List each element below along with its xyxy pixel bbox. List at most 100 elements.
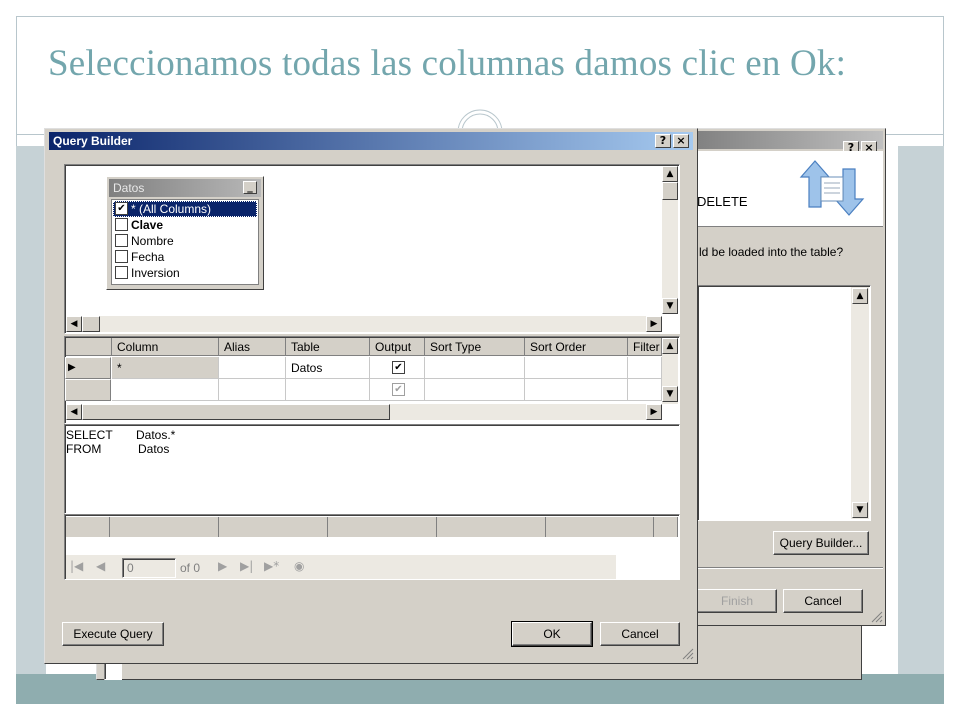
record-count-text: of 0 [180, 561, 201, 575]
slide-band-left [16, 146, 46, 674]
grid-row-header[interactable]: ▶ [65, 357, 111, 379]
wizard-sql-scrollbar[interactable]: ▲ ▼ [851, 287, 869, 519]
scroll-down-icon[interactable]: ▼ [662, 298, 678, 314]
wizard-sql-textbox[interactable] [697, 285, 871, 521]
grid-cell-alias[interactable] [219, 357, 286, 379]
scroll-left-icon[interactable]: ◀ [66, 316, 82, 332]
column-checkbox-fecha[interactable] [115, 250, 128, 263]
sql-from-keyword: FROM [66, 442, 102, 456]
scroll-up-icon[interactable]: ▲ [852, 288, 868, 304]
wizard-cancel-button[interactable]: Cancel [783, 589, 863, 613]
column-item-fecha[interactable]: Fecha [113, 249, 257, 265]
scroll-left-icon[interactable]: ◀ [66, 404, 82, 420]
delete-text: DELETE [697, 194, 748, 209]
cancel-button[interactable]: Cancel [600, 622, 680, 646]
scroll-down-icon[interactable]: ▼ [662, 386, 678, 402]
query-builder-help-button[interactable]: ? [655, 134, 671, 148]
wizard-dialog: ? × DELETE ld be loaded into the table? … [690, 128, 886, 626]
diagram-vscrollbar[interactable]: ▲ ▼ [662, 166, 678, 314]
grid-cell-column[interactable]: * [112, 357, 219, 379]
column-label: Clave [131, 218, 164, 232]
stop-icon[interactable]: ◉ [294, 559, 304, 573]
column-item-clave[interactable]: Clave [113, 217, 257, 233]
grid-cell-sort-order[interactable] [525, 379, 628, 401]
grid-cell-sort-type[interactable] [425, 357, 525, 379]
grid-cell-filter[interactable] [628, 379, 662, 401]
scroll-up-icon[interactable]: ▲ [662, 338, 678, 354]
grid-header-filter[interactable]: Filter [628, 338, 662, 356]
diagram-hscrollbar[interactable]: ◀ ▶ [66, 316, 662, 332]
column-label: Nombre [131, 234, 174, 248]
column-label: Inversion [131, 266, 180, 280]
query-builder-titlebar: Query Builder [49, 132, 693, 150]
column-checkbox-inversion[interactable] [115, 266, 128, 279]
close-icon: × [676, 134, 686, 147]
datos-table-title: Datos [113, 181, 145, 195]
scroll-down-icon[interactable]: ▼ [852, 502, 868, 518]
column-label: Fecha [131, 250, 165, 264]
diagram-vscroll-thumb[interactable] [662, 182, 678, 200]
grid-hscrollbar[interactable]: ◀ ▶ [66, 404, 662, 420]
grid-header-alias[interactable]: Alias [219, 338, 286, 356]
query-builder-close-button[interactable]: × [673, 134, 689, 148]
last-record-icon[interactable]: ▶| [240, 559, 253, 573]
scroll-right-icon[interactable]: ▶ [646, 316, 662, 332]
sql-select-value: Datos.* [136, 428, 176, 442]
grid-vscrollbar[interactable]: ▲ ▼ [662, 338, 678, 404]
grid-header-table[interactable]: Table [286, 338, 370, 356]
column-label: * (All Columns) [131, 202, 212, 216]
slide-title: Seleccionamos todas las columnas damos c… [48, 43, 847, 84]
column-item-inversion[interactable]: Inversion [113, 265, 257, 281]
grid-header-sort-order[interactable]: Sort Order [525, 338, 628, 356]
grid-header-output[interactable]: Output [370, 338, 425, 356]
record-position-value: 0 [127, 561, 134, 575]
wizard-question-text: ld be loaded into the table? [699, 245, 844, 259]
column-checkbox-nombre[interactable] [115, 234, 128, 247]
results-header-cell [219, 517, 328, 537]
grid-cell-output: ✔ [370, 357, 425, 379]
column-checkbox-all[interactable]: ✔ [115, 202, 128, 215]
grid-cell-sort-order[interactable] [525, 357, 628, 379]
finish-button[interactable]: Finish [697, 589, 777, 613]
grid-row-header[interactable] [65, 379, 111, 401]
column-item-all[interactable]: ✔ * (All Columns) [113, 201, 257, 217]
grid-cell-column[interactable] [112, 379, 219, 401]
grid-cell-table[interactable]: Datos [286, 357, 370, 379]
scroll-up-icon[interactable]: ▲ [662, 166, 678, 182]
datos-table-box[interactable]: Datos _ ✔ * (All Columns) Clave Nombre F… [106, 176, 264, 290]
column-checkbox-clave[interactable] [115, 218, 128, 231]
execute-query-button[interactable]: Execute Query [62, 622, 164, 646]
grid-cell-output: ✔ [370, 379, 425, 401]
grid-hscroll-thumb[interactable] [82, 404, 390, 420]
refresh-arrows-icon [799, 160, 865, 216]
grid-cell-table[interactable] [286, 379, 370, 401]
datos-table-header[interactable]: Datos [109, 179, 261, 197]
query-builder-button[interactable]: Query Builder... [773, 531, 869, 555]
new-record-icon[interactable]: ▶* [264, 559, 279, 573]
diagram-hscroll-thumb[interactable] [82, 316, 100, 332]
grid-header-sort-type[interactable]: Sort Type [425, 338, 525, 356]
grid-header-corner [66, 338, 112, 356]
help-icon: ? [659, 134, 667, 147]
wizard-header-panel: DELETE [693, 151, 883, 227]
record-position-input[interactable]: 0 [122, 558, 176, 578]
resize-grip-icon [871, 611, 883, 623]
results-header-cell [328, 517, 437, 537]
output-checkbox-disabled[interactable]: ✔ [392, 383, 405, 396]
row-indicator-icon: ▶ [68, 362, 76, 373]
output-checkbox[interactable]: ✔ [392, 361, 405, 374]
next-record-icon[interactable]: ▶ [218, 559, 227, 573]
minimize-icon[interactable]: _ [243, 181, 257, 194]
grid-cell-alias[interactable] [219, 379, 286, 401]
column-item-nombre[interactable]: Nombre [113, 233, 257, 249]
slide-band-right [898, 146, 944, 674]
first-record-icon[interactable]: |◀ [70, 559, 83, 573]
results-header-cell [66, 517, 110, 537]
grid-cell-sort-type[interactable] [425, 379, 525, 401]
grid-cell-filter[interactable] [628, 357, 662, 379]
previous-record-icon[interactable]: ◀ [96, 559, 105, 573]
results-header-cell [110, 517, 219, 537]
scroll-right-icon[interactable]: ▶ [646, 404, 662, 420]
grid-header-column[interactable]: Column [112, 338, 219, 356]
ok-button[interactable]: OK [511, 621, 593, 647]
